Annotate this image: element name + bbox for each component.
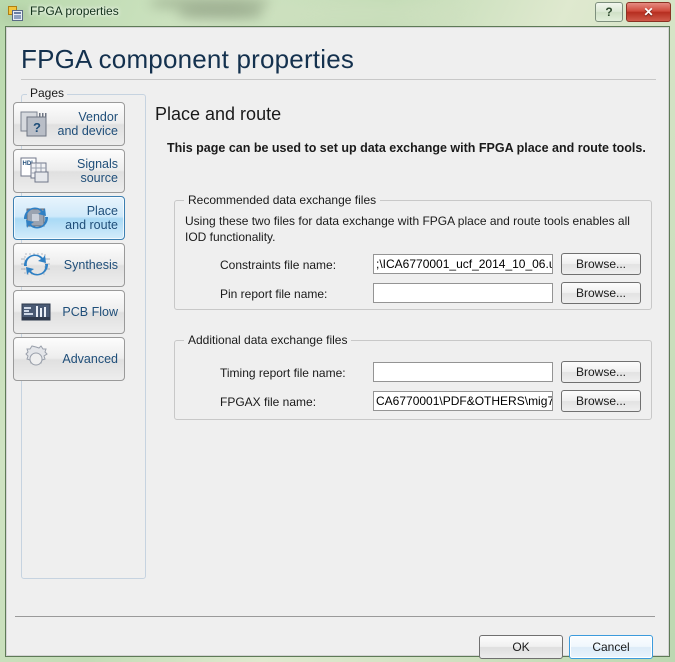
pin-report-file-input[interactable]	[373, 283, 553, 303]
ok-button[interactable]: OK	[479, 635, 563, 659]
timing-report-file-input[interactable]	[373, 362, 553, 382]
sidebar-item-advanced[interactable]: Advanced	[13, 337, 125, 381]
cancel-label: Cancel	[592, 640, 630, 654]
header-divider	[21, 79, 656, 80]
pane-subtitle: This page can be used to set up data exc…	[167, 141, 646, 155]
sidebar-item-label: Place and route	[65, 204, 118, 232]
pin-report-file-label: Pin report file name:	[220, 287, 328, 301]
footer-divider	[15, 616, 655, 617]
pcb-flow-icon	[17, 295, 55, 329]
ok-label: OK	[512, 640, 530, 654]
additional-files-legend: Additional data exchange files	[184, 333, 352, 347]
close-button[interactable]: ✕	[626, 2, 671, 22]
constraints-file-input[interactable]: ;\ICA6770001_ucf_2014_10_06.ucf	[373, 254, 553, 274]
browse-pin-report-file-button[interactable]: Browse...	[561, 282, 641, 304]
svg-text:?: ?	[33, 120, 41, 135]
timing-report-file-label: Timing report file name:	[220, 366, 346, 380]
fpga-properties-icon	[8, 6, 23, 21]
browse-constraints-file-button[interactable]: Browse...	[561, 253, 641, 275]
sidebar-item-label: Advanced	[62, 352, 118, 366]
browse-label: Browse...	[575, 257, 626, 271]
browse-timing-report-file-button[interactable]: Browse...	[561, 361, 641, 383]
fpga-properties-window: FPGA properties ? ✕ FPGA component prope…	[0, 0, 675, 662]
page-title: FPGA component properties	[21, 44, 355, 74]
vendor-device-icon: ?	[17, 107, 55, 141]
browse-label: Browse...	[575, 286, 626, 300]
sidebar-item-signals-source[interactable]: HDL Signals source	[13, 149, 125, 193]
sidebar-item-pcb-flow[interactable]: PCB Flow	[13, 290, 125, 334]
place-route-icon	[17, 201, 55, 235]
sidebar-item-vendor-and-device[interactable]: ? Vendor and device	[13, 102, 125, 146]
recommended-files-legend: Recommended data exchange files	[184, 193, 381, 207]
sidebar-item-label: Synthesis	[63, 258, 118, 272]
pane-title: Place and route	[155, 104, 282, 124]
advanced-gear-icon	[17, 342, 55, 376]
fpgax-file-label: FPGAX file name:	[220, 395, 317, 409]
close-icon: ✕	[643, 5, 654, 19]
browse-label: Browse...	[575, 394, 626, 408]
sidebar-item-place-and-route[interactable]: Place and route	[13, 196, 125, 240]
sidebar-item-synthesis[interactable]: Synthesis	[13, 243, 125, 287]
title-bar: FPGA properties ? ✕	[0, 0, 675, 26]
constraints-file-label: Constraints file name:	[220, 258, 337, 272]
dialog-client-area: FPGA component properties Pages ? Vendor…	[6, 27, 669, 659]
sidebar-item-label: Signals source	[77, 157, 118, 185]
recommended-files-description: Using these two files for data exchange …	[185, 214, 630, 244]
sidebar-item-label: PCB Flow	[62, 305, 118, 319]
browse-fpgax-file-button[interactable]: Browse...	[561, 390, 641, 412]
window-title: FPGA properties	[30, 4, 119, 18]
synthesis-icon	[17, 248, 55, 282]
cancel-button[interactable]: Cancel	[569, 635, 653, 659]
help-button[interactable]: ?	[595, 2, 623, 22]
help-icon: ?	[605, 5, 613, 19]
fpgax-file-input[interactable]: CA6770001\PDF&OTHERS\mig7.xdc	[373, 391, 553, 411]
sidebar-item-label: Vendor and device	[57, 110, 118, 138]
browse-label: Browse...	[575, 365, 626, 379]
pages-legend: Pages	[27, 86, 68, 100]
signals-source-icon: HDL	[17, 154, 55, 188]
